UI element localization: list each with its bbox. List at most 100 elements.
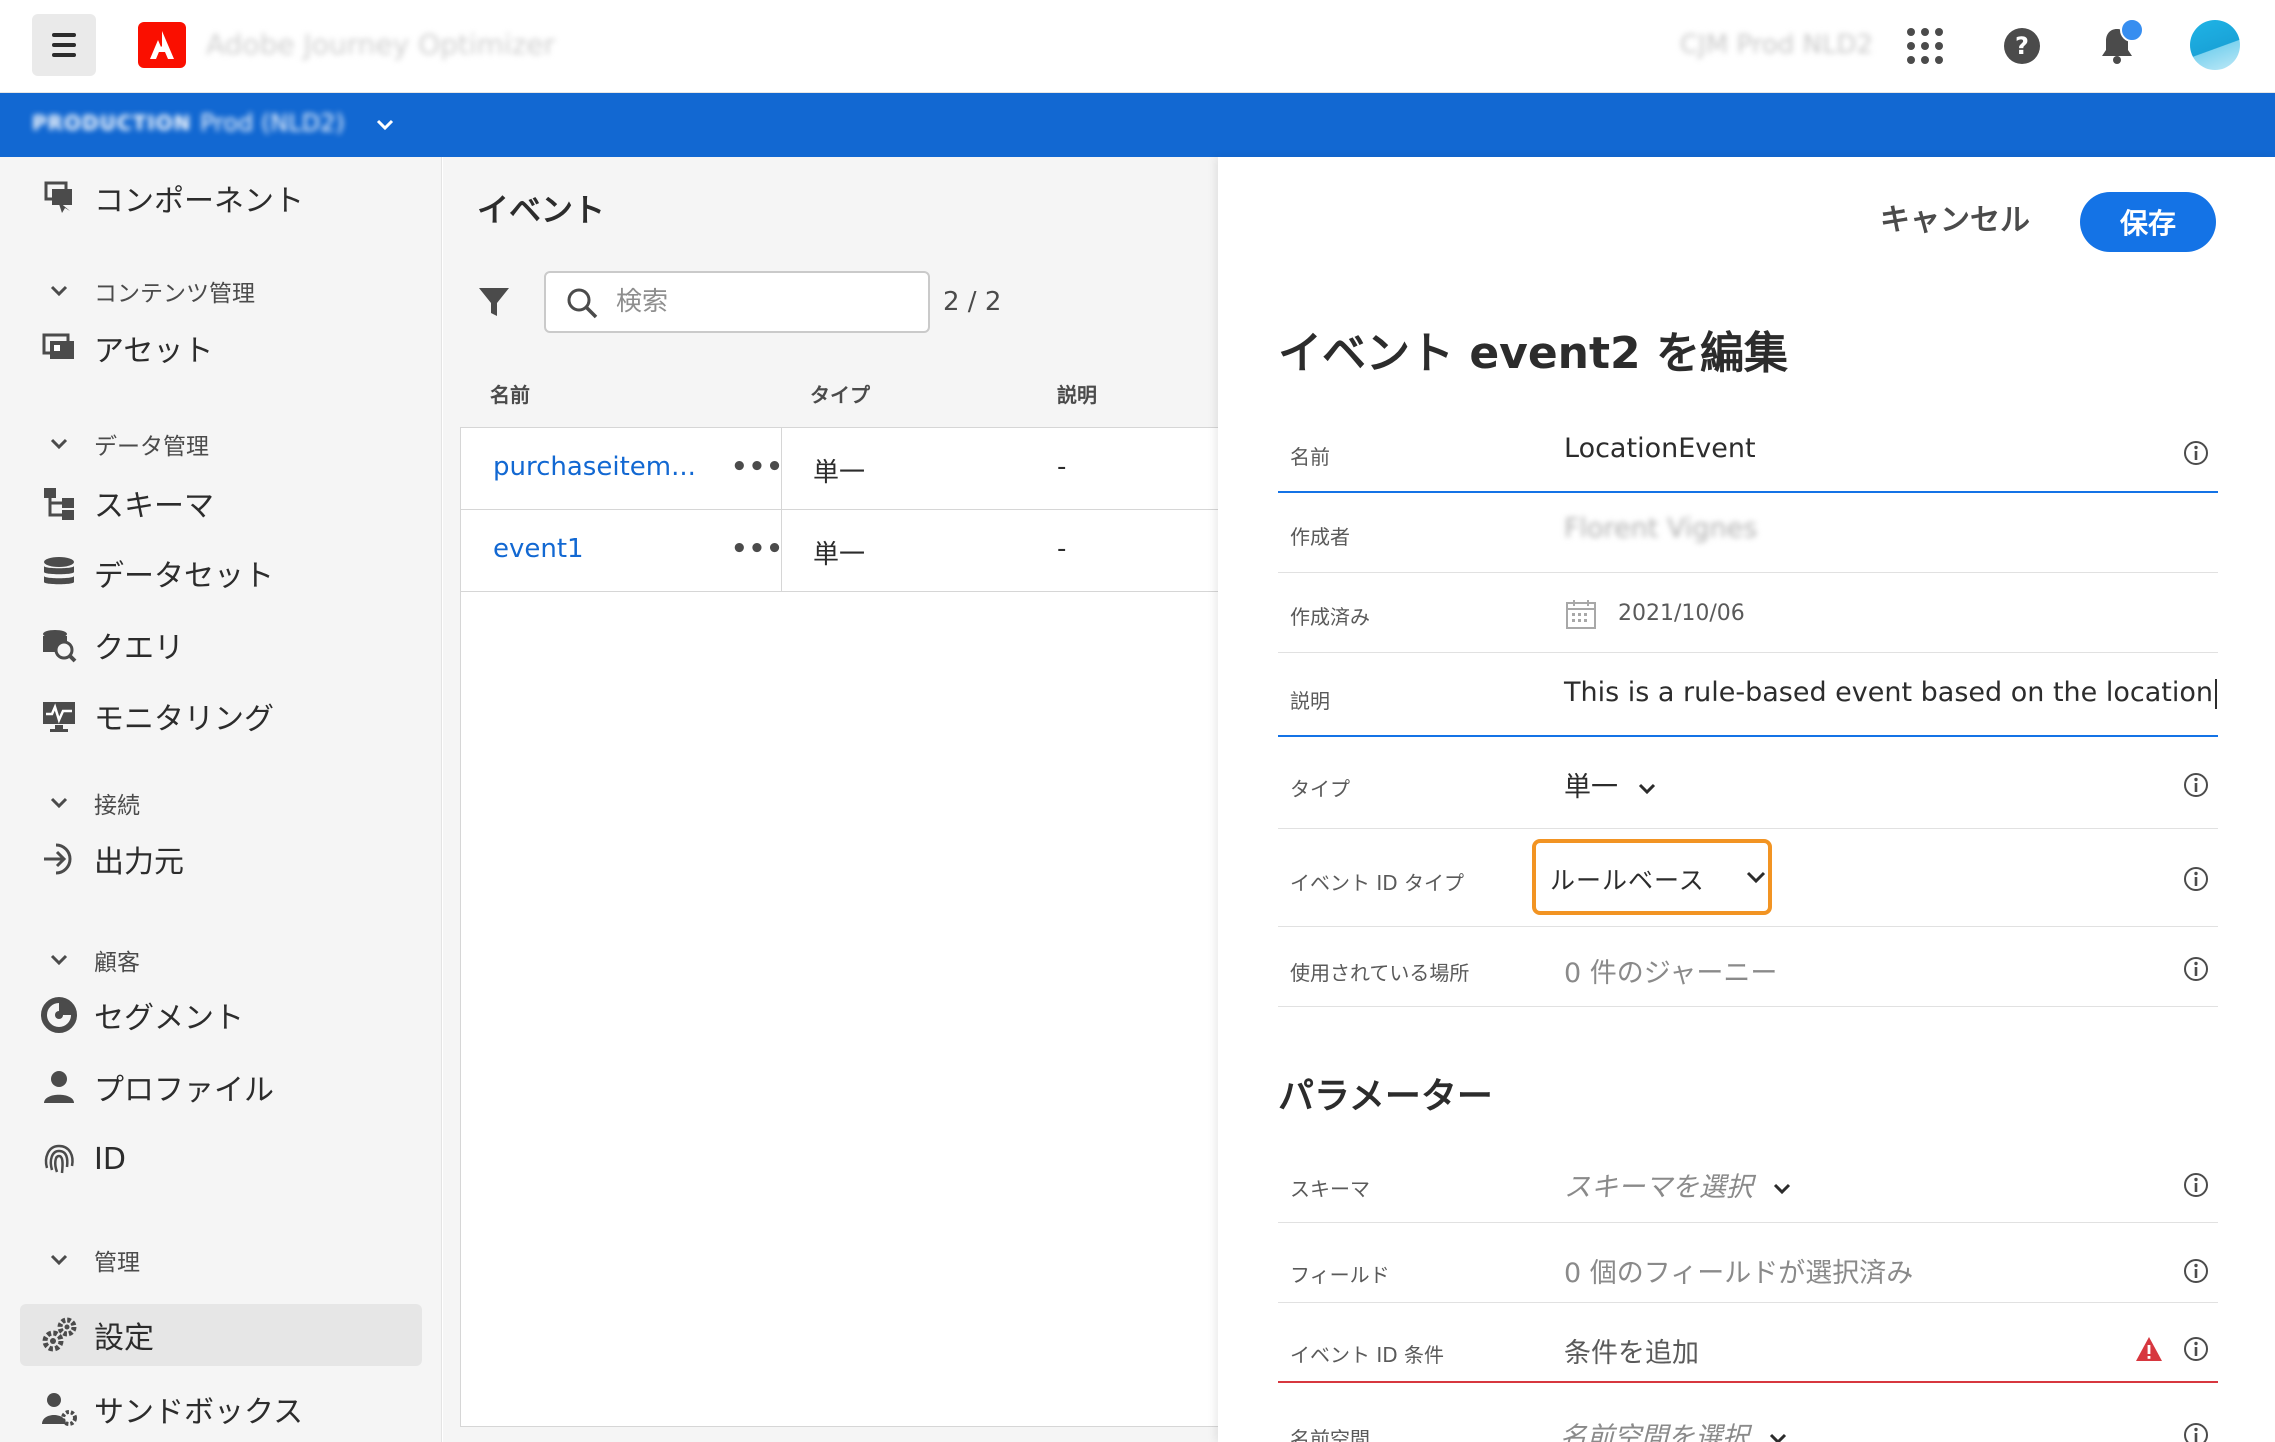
schema-picker[interactable]: スキーマを選択 [1564,1165,1793,1204]
event-name-link[interactable]: event1 [493,534,584,564]
field-name: 名前 LocationEvent [1278,413,2218,493]
page-title: イベント [477,191,606,229]
search-input[interactable] [616,281,916,323]
chevron-down-icon [1638,783,1656,794]
nav-section-admin[interactable]: 管理 [48,1240,140,1280]
top-header: Adobe Journey Optimizer CJM Prod NLD2 ? [0,0,2275,93]
chevron-down-icon[interactable] [374,113,396,135]
description-input[interactable]: This is a rule-based event based on the … [1564,677,2217,709]
creator-value: Florent Vignes [1564,513,1758,544]
monitoring-icon [43,702,75,732]
edit-event-panel: キャンセル 保存 イベント event2 を編集 名前 LocationEven… [1218,157,2275,1442]
app-switcher-icon[interactable] [1907,28,1943,64]
app-title: Adobe Journey Optimizer [206,28,556,61]
nav-section-connections[interactable]: 接続 [48,783,140,823]
name-input[interactable]: LocationEvent [1564,433,1756,464]
field-fields: フィールド 0 個のフィールドが選択済み [1278,1223,2218,1303]
chevron-down-icon [50,1254,68,1266]
field-created: 作成済み 2021/10/06 [1278,573,2218,653]
more-actions-icon[interactable]: ••• [731,534,784,564]
nav-item-sandboxes[interactable]: サンドボックス [20,1378,422,1440]
namespace-picker[interactable]: 名前空間を選択 [1560,1415,1789,1442]
column-header-description[interactable]: 説明 [1057,379,1097,408]
chevron-down-icon [50,438,68,450]
info-icon[interactable] [2182,1171,2210,1199]
nav-item-settings[interactable]: 設定 [20,1304,422,1366]
query-icon [43,630,77,663]
fingerprint-icon [44,1144,74,1174]
event-type: 単一 [813,458,866,488]
info-icon[interactable] [2182,1257,2210,1285]
sandbox-switcher[interactable]: Prod (NLD2) [200,109,345,137]
nav-item-monitoring[interactable]: モニタリング [20,685,422,747]
field-event-id-condition: イベント ID 条件 条件を追加 [1278,1303,2218,1383]
chevron-down-icon [50,954,68,966]
nav-label: コンポーネント [94,184,304,219]
events-table: purchaseitem... ••• 単一 - event1 ••• 単一 - [460,427,1221,1427]
menu-icon[interactable] [32,14,96,76]
nav-item-components[interactable]: コンポーネント [20,167,422,229]
nav-section-data[interactable]: データ管理 [48,424,209,464]
assets-icon [42,333,74,359]
save-button[interactable]: 保存 [2080,192,2216,252]
nav-item-queries[interactable]: クエリ [20,614,422,676]
gears-icon [42,1317,77,1352]
info-icon[interactable] [2182,439,2210,467]
nav-item-destinations[interactable]: 出力元 [20,828,422,890]
column-divider [781,510,782,592]
filter-icon[interactable] [477,285,511,319]
search-field[interactable] [544,271,930,333]
sandbox-icon [42,1393,77,1426]
column-header-type[interactable]: タイプ [810,379,870,408]
destination-icon [44,843,72,875]
nav-item-segments[interactable]: セグメント [20,984,422,1046]
column-divider [781,428,782,510]
calendar-icon [1566,600,1596,629]
cancel-button[interactable]: キャンセル [1880,195,2030,239]
chevron-down-icon [50,797,68,809]
type-picker[interactable]: 単一 [1564,765,1658,804]
nav-item-schemas[interactable]: スキーマ [20,472,422,534]
info-icon[interactable] [2182,1335,2210,1363]
info-icon[interactable] [2182,865,2210,893]
chevron-down-icon [1746,871,1766,884]
event-id-type-picker[interactable]: ルールベース [1532,839,1772,915]
chevron-down-icon [1769,1433,1787,1442]
field-used-in: 使用されている場所 0 件のジャーニー [1278,927,2218,1007]
org-switcher[interactable]: CJM Prod NLD2 [1680,30,1873,60]
dataset-icon [44,557,74,585]
notification-badge [2120,18,2144,42]
nav-section-content[interactable]: コンテンツ管理 [48,271,255,311]
event-description: - [1057,452,1067,482]
segment-icon [41,997,77,1033]
field-namespace: 名前空間 名前空間を選択 [1278,1383,2218,1442]
event-name-link[interactable]: purchaseitem... [493,452,696,482]
help-icon[interactable]: ? [2004,28,2040,64]
nav-item-profiles[interactable]: プロファイル [20,1056,422,1118]
search-icon [567,288,598,319]
info-icon[interactable] [2182,1421,2210,1442]
table-row[interactable]: purchaseitem... ••• 単一 - [461,428,1221,510]
column-header-name[interactable]: 名前 [490,379,530,408]
profile-icon [44,1071,74,1103]
chevron-down-icon [1773,1183,1791,1194]
nav-item-assets[interactable]: アセット [20,317,422,379]
table-row[interactable]: event1 ••• 単一 - [461,510,1221,592]
condition-input[interactable]: 条件を追加 [1564,1331,1699,1370]
user-avatar[interactable] [2190,20,2240,70]
parameters-title: パラメーター [1278,1076,1493,1117]
more-actions-icon[interactable]: ••• [731,452,784,482]
info-icon[interactable] [2182,771,2210,799]
sandbox-env-label: PRODUCTION [32,111,192,135]
nav-item-datasets[interactable]: データセット [20,542,422,604]
field-description: 説明 This is a rule-based event based on t… [1278,653,2218,737]
nav-section-customer[interactable]: 顧客 [48,940,140,980]
fields-value[interactable]: 0 個のフィールドが選択済み [1564,1251,1913,1290]
nav-item-identities[interactable]: ID [20,1128,422,1190]
schema-icon [44,488,74,520]
info-icon[interactable] [2182,955,2210,983]
used-in-value: 0 件のジャーニー [1564,958,1778,989]
adobe-logo-icon[interactable] [138,22,186,68]
chevron-down-icon [50,285,68,297]
created-date: 2021/10/06 [1618,601,1745,626]
